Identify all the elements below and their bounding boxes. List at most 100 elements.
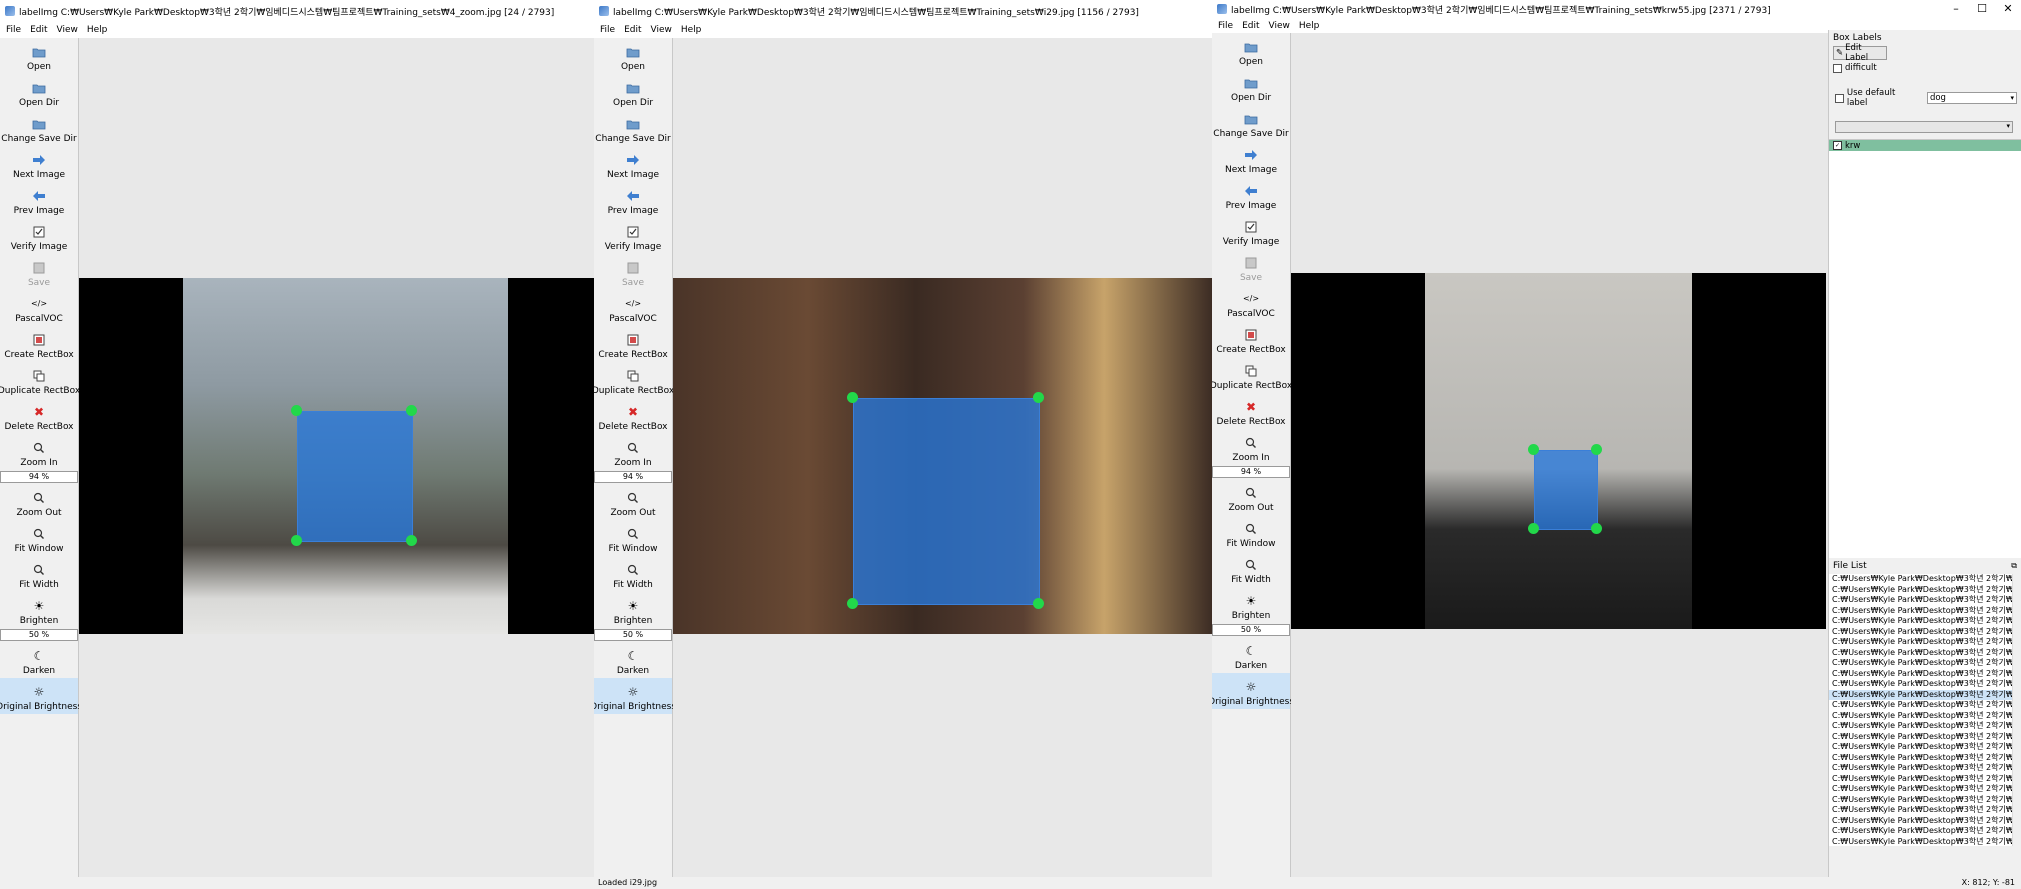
bbox-handle[interactable] bbox=[847, 392, 858, 403]
delete-rectbox-button[interactable]: ✖ Delete RectBox bbox=[594, 398, 672, 434]
file-list-item[interactable]: C:₩Users₩Kyle Park₩Desktop₩3학년 2학기₩임베디 bbox=[1829, 711, 2021, 722]
duplicate-rectbox-button[interactable]: Duplicate RectBox bbox=[1212, 357, 1292, 393]
file-list-item[interactable]: C:₩Users₩Kyle Park₩Desktop₩3학년 2학기₩임베디 bbox=[1829, 585, 2021, 596]
menu-edit[interactable]: Edit bbox=[1242, 21, 1259, 31]
bbox-handle[interactable] bbox=[847, 598, 858, 609]
zoom-out-button[interactable]: Zoom Out bbox=[1212, 479, 1290, 515]
close-button[interactable]: ✕ bbox=[1995, 0, 2021, 20]
change-save-dir-button[interactable]: Change Save Dir bbox=[594, 110, 672, 146]
prev-image-button[interactable]: Prev Image bbox=[1212, 177, 1290, 213]
file-list-item[interactable]: C:₩Users₩Kyle Park₩Desktop₩3학년 2학기₩임베디 bbox=[1829, 700, 2021, 711]
bbox-handle[interactable] bbox=[406, 405, 417, 416]
fit-width-button[interactable]: Fit Width bbox=[0, 556, 78, 592]
next-image-button[interactable]: Next Image bbox=[594, 146, 672, 182]
zoom-in-button[interactable]: Zoom In bbox=[0, 434, 78, 470]
menu-edit[interactable]: Edit bbox=[30, 25, 47, 35]
format-button[interactable]: </> PascalVOC bbox=[1212, 285, 1290, 321]
bbox-handle[interactable] bbox=[1591, 523, 1602, 534]
fit-window-button[interactable]: Fit Window bbox=[594, 520, 672, 556]
format-button[interactable]: </> PascalVOC bbox=[594, 290, 672, 326]
open-button[interactable]: Open bbox=[1212, 33, 1290, 69]
bbox-handle[interactable] bbox=[1528, 523, 1539, 534]
prev-image-button[interactable]: Prev Image bbox=[594, 182, 672, 218]
default-label-select[interactable]: dog ▾ bbox=[1926, 92, 2017, 104]
bbox-handle[interactable] bbox=[1033, 598, 1044, 609]
open-dir-button[interactable]: Open Dir bbox=[594, 74, 672, 110]
file-list-item[interactable]: C:₩Users₩Kyle Park₩Desktop₩3학년 2학기₩임베디 bbox=[1829, 763, 2021, 774]
zoom-out-button[interactable]: Zoom Out bbox=[0, 484, 78, 520]
duplicate-rectbox-button[interactable]: Duplicate RectBox bbox=[0, 362, 80, 398]
menu-view[interactable]: View bbox=[57, 25, 78, 35]
file-list-item[interactable]: C:₩Users₩Kyle Park₩Desktop₩3학년 2학기₩임베디 bbox=[1829, 826, 2021, 837]
file-list-item[interactable]: C:₩Users₩Kyle Park₩Desktop₩3학년 2학기₩임베디 bbox=[1829, 658, 2021, 669]
original-brightness-button[interactable]: ☼ Original Brightness bbox=[594, 678, 676, 714]
menu-file[interactable]: File bbox=[600, 25, 615, 35]
create-rectbox-button[interactable]: Create RectBox bbox=[1212, 321, 1290, 357]
fit-window-button[interactable]: Fit Window bbox=[0, 520, 78, 556]
brightness-spinbox[interactable]: 50 % bbox=[1212, 624, 1290, 636]
zoom-spinbox[interactable]: 94 % bbox=[1212, 466, 1290, 478]
original-brightness-button[interactable]: ☼ Original Brightness bbox=[0, 678, 82, 714]
brighten-button[interactable]: ☀ Brighten bbox=[1212, 587, 1290, 623]
file-list-item[interactable]: C:₩Users₩Kyle Park₩Desktop₩3학년 2학기₩임베디 bbox=[1829, 774, 2021, 785]
title-bar[interactable]: labelImg C:₩Users₩Kyle Park₩Desktop₩3학년 … bbox=[594, 0, 1212, 22]
file-list-item[interactable]: C:₩Users₩Kyle Park₩Desktop₩3학년 2학기₩임베디 bbox=[1829, 606, 2021, 617]
bbox-handle[interactable] bbox=[291, 405, 302, 416]
open-dir-button[interactable]: Open Dir bbox=[1212, 69, 1290, 105]
darken-button[interactable]: ☾ Darken bbox=[1212, 637, 1290, 673]
maximize-button[interactable]: ☐ bbox=[1969, 0, 1995, 20]
difficult-checkbox[interactable] bbox=[1833, 63, 1842, 73]
format-button[interactable]: </> PascalVOC bbox=[0, 290, 78, 326]
file-list-item[interactable]: C:₩Users₩Kyle Park₩Desktop₩3학년 2학기₩임베디 bbox=[1829, 637, 2021, 648]
file-list-item[interactable]: C:₩Users₩Kyle Park₩Desktop₩3학년 2학기₩임베디 bbox=[1829, 648, 2021, 659]
bbox-handle[interactable] bbox=[406, 535, 417, 546]
file-list-item[interactable]: C:₩Users₩Kyle Park₩Desktop₩3학년 2학기₩임베디 bbox=[1829, 595, 2021, 606]
menu-file[interactable]: File bbox=[1218, 21, 1233, 31]
fit-width-button[interactable]: Fit Width bbox=[1212, 551, 1290, 587]
image-canvas[interactable] bbox=[1291, 33, 1828, 877]
file-list-item[interactable]: C:₩Users₩Kyle Park₩Desktop₩3학년 2학기₩임베디 bbox=[1829, 732, 2021, 743]
file-list-item[interactable]: C:₩Users₩Kyle Park₩Desktop₩3학년 2학기₩임베디 bbox=[1829, 805, 2021, 816]
zoom-out-button[interactable]: Zoom Out bbox=[594, 484, 672, 520]
image-canvas[interactable] bbox=[673, 38, 1212, 877]
verify-image-button[interactable]: Verify Image bbox=[594, 218, 672, 254]
use-default-label-checkbox[interactable] bbox=[1835, 93, 1844, 103]
bbox-handle[interactable] bbox=[291, 535, 302, 546]
file-list-item[interactable]: C:₩Users₩Kyle Park₩Desktop₩3학년 2학기₩임베디 bbox=[1829, 616, 2021, 627]
open-button[interactable]: Open bbox=[594, 38, 672, 74]
file-list-item[interactable]: C:₩Users₩Kyle Park₩Desktop₩3학년 2학기₩임베디 bbox=[1829, 574, 2021, 585]
next-image-button[interactable]: Next Image bbox=[1212, 141, 1290, 177]
file-list-item[interactable]: C:₩Users₩Kyle Park₩Desktop₩3학년 2학기₩임베디 bbox=[1829, 679, 2021, 690]
delete-rectbox-button[interactable]: ✖ Delete RectBox bbox=[0, 398, 78, 434]
image-canvas[interactable] bbox=[79, 38, 594, 877]
open-dir-button[interactable]: Open Dir bbox=[0, 74, 78, 110]
fit-window-button[interactable]: Fit Window bbox=[1212, 515, 1290, 551]
original-brightness-button[interactable]: ☼ Original Brightness bbox=[1212, 673, 1294, 709]
zoom-in-button[interactable]: Zoom In bbox=[1212, 429, 1290, 465]
create-rectbox-button[interactable]: Create RectBox bbox=[0, 326, 78, 362]
open-button[interactable]: Open bbox=[0, 38, 78, 74]
fit-width-button[interactable]: Fit Width bbox=[594, 556, 672, 592]
label-list-item[interactable]: ✓ krw bbox=[1829, 140, 2021, 151]
menu-help[interactable]: Help bbox=[87, 25, 108, 35]
file-list-item[interactable]: C:₩Users₩Kyle Park₩Desktop₩3학년 2학기₩임베디 bbox=[1829, 627, 2021, 638]
file-list-item[interactable]: C:₩Users₩Kyle Park₩Desktop₩3학년 2학기₩임베디 bbox=[1829, 721, 2021, 732]
change-save-dir-button[interactable]: Change Save Dir bbox=[0, 110, 78, 146]
minimize-button[interactable]: – bbox=[1943, 0, 1969, 20]
menu-view[interactable]: View bbox=[1269, 21, 1290, 31]
file-list-item[interactable]: C:₩Users₩Kyle Park₩Desktop₩3학년 2학기₩임베디 bbox=[1829, 795, 2021, 806]
bounding-box[interactable] bbox=[1534, 450, 1598, 530]
undock-icon[interactable]: ⧉ bbox=[2011, 561, 2017, 571]
bbox-handle[interactable] bbox=[1528, 444, 1539, 455]
label-combobox[interactable]: ▾ bbox=[1835, 121, 2013, 133]
bounding-box[interactable] bbox=[297, 411, 413, 542]
verify-image-button[interactable]: Verify Image bbox=[1212, 213, 1290, 249]
prev-image-button[interactable]: Prev Image bbox=[0, 182, 78, 218]
file-list-item[interactable]: C:₩Users₩Kyle Park₩Desktop₩3학년 2학기₩임베디 bbox=[1829, 669, 2021, 680]
delete-rectbox-button[interactable]: ✖ Delete RectBox bbox=[1212, 393, 1290, 429]
zoom-in-button[interactable]: Zoom In bbox=[594, 434, 672, 470]
zoom-spinbox[interactable]: 94 % bbox=[594, 471, 672, 483]
menu-help[interactable]: Help bbox=[1299, 21, 1320, 31]
brighten-button[interactable]: ☀ Brighten bbox=[594, 592, 672, 628]
file-list-item[interactable]: C:₩Users₩Kyle Park₩Desktop₩3학년 2학기₩임베디 bbox=[1829, 837, 2021, 847]
